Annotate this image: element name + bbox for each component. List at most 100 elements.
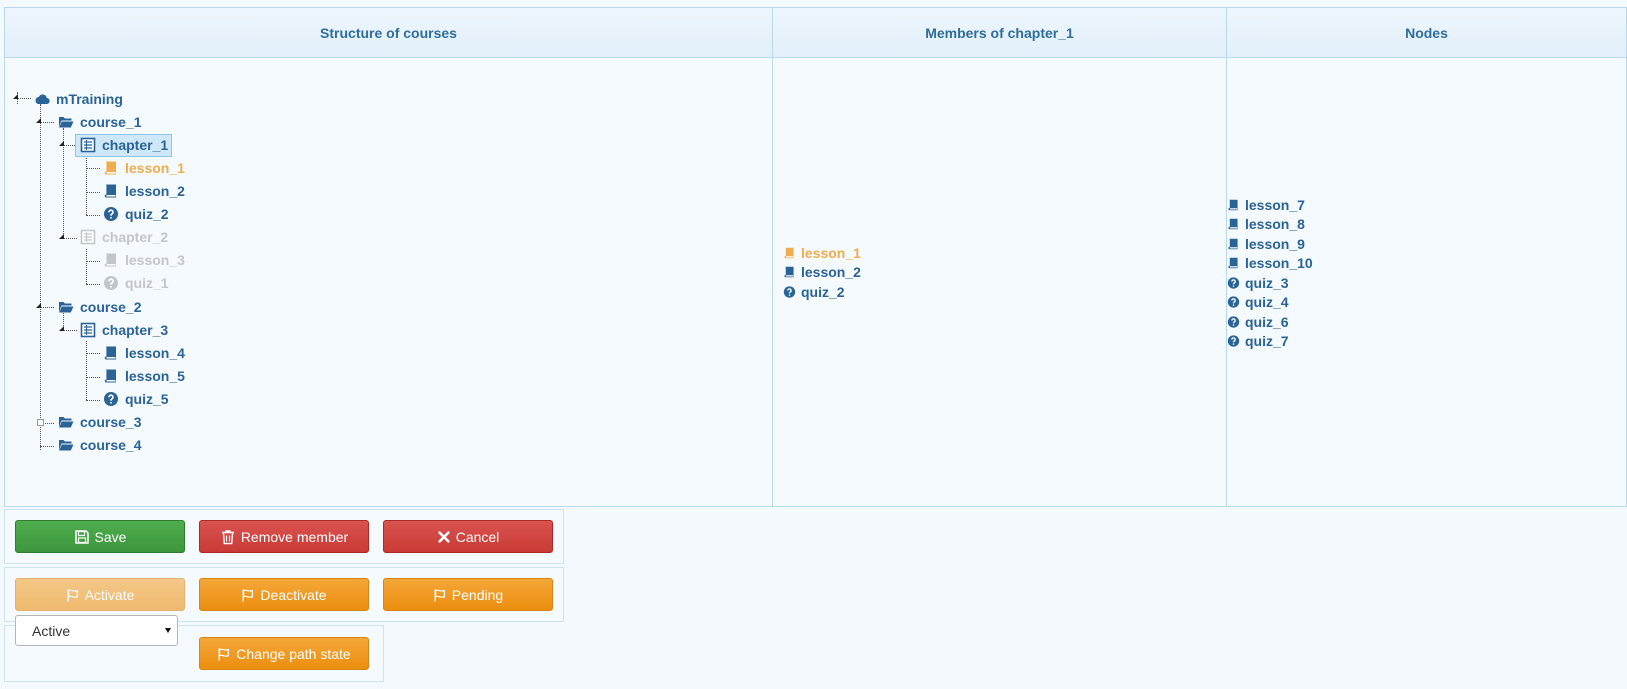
- member-item-label[interactable]: quiz_2: [801, 284, 845, 300]
- tree-node-course-4[interactable]: course_4: [57, 434, 141, 456]
- question-circle-icon: [1227, 276, 1240, 290]
- folder-open-icon: [57, 114, 74, 130]
- node-item-label[interactable]: lesson_9: [1245, 236, 1305, 252]
- tree-node-label[interactable]: quiz_5: [125, 391, 169, 407]
- close-icon: [437, 530, 451, 544]
- selected-node-highlight[interactable]: chapter_1: [75, 133, 173, 157]
- member-item-lesson-2[interactable]: lesson_2: [783, 263, 861, 283]
- flag-icon: [241, 588, 255, 602]
- tree-node-course-3[interactable]: course_3: [57, 411, 141, 433]
- cancel-button[interactable]: Cancel: [383, 520, 553, 553]
- member-item-label[interactable]: lesson_1: [801, 245, 861, 261]
- node-item-label[interactable]: quiz_6: [1245, 314, 1289, 330]
- chapter-icon: [80, 137, 96, 153]
- tree-node-chapter-2[interactable]: chapter_2: [80, 226, 168, 248]
- tree-node-label[interactable]: course_3: [80, 414, 141, 430]
- tree-node-label[interactable]: lesson_2: [125, 183, 185, 199]
- trash-icon: [220, 529, 236, 545]
- nodes-column: Nodes lesson_7 lesson_8 lesson_9 lesson_…: [1227, 8, 1626, 506]
- question-circle-icon: [103, 206, 119, 222]
- members-column: Members of chapter_1 lesson_1 lesson_2 q…: [773, 8, 1227, 506]
- node-item-label[interactable]: quiz_3: [1245, 275, 1289, 291]
- members-column-header[interactable]: Members of chapter_1: [773, 8, 1226, 58]
- book-icon: [1227, 198, 1240, 212]
- tree-node-label[interactable]: lesson_1: [125, 160, 185, 176]
- cancel-button-label: Cancel: [455, 528, 500, 545]
- question-circle-icon: [1227, 295, 1240, 309]
- flag-icon: [433, 588, 447, 602]
- tree-node-label[interactable]: mTraining: [56, 91, 123, 107]
- book-icon: [783, 265, 796, 279]
- tree-node-lesson-4[interactable]: lesson_4: [103, 342, 185, 364]
- path-state-select-value: Active: [32, 622, 71, 639]
- remove-member-button[interactable]: Remove member: [199, 520, 369, 553]
- book-icon: [1227, 217, 1240, 231]
- book-icon: [103, 368, 119, 384]
- book-icon: [103, 160, 119, 176]
- caret-down-icon: [165, 628, 171, 633]
- tree-node-lesson-5[interactable]: lesson_5: [103, 365, 185, 387]
- tree-node-label[interactable]: chapter_3: [102, 322, 168, 338]
- book-icon: [1227, 237, 1240, 251]
- cloud-icon: [34, 91, 50, 107]
- save-button-label: Save: [94, 528, 127, 545]
- tree-node-label[interactable]: chapter_1: [102, 137, 168, 153]
- nodes-column-header[interactable]: Nodes: [1227, 8, 1626, 58]
- node-item-label[interactable]: quiz_4: [1245, 294, 1289, 310]
- tree-node-chapter-3[interactable]: chapter_3: [80, 319, 168, 341]
- tree-node-label[interactable]: lesson_5: [125, 368, 185, 384]
- member-item-lesson-1[interactable]: lesson_1: [783, 243, 861, 263]
- activate-button[interactable]: Activate: [15, 578, 185, 611]
- flag-icon: [66, 588, 80, 602]
- path-state-select[interactable]: Active: [15, 615, 178, 646]
- node-item-label[interactable]: lesson_8: [1245, 216, 1305, 232]
- tree-node-label[interactable]: quiz_1: [125, 275, 169, 291]
- node-item[interactable]: quiz_6: [1227, 312, 1313, 332]
- node-item[interactable]: lesson_8: [1227, 215, 1313, 235]
- save-button[interactable]: Save: [15, 520, 185, 553]
- node-item[interactable]: quiz_7: [1227, 332, 1313, 352]
- node-item[interactable]: lesson_10: [1227, 254, 1313, 274]
- tree-node-root[interactable]: mTraining: [34, 88, 123, 110]
- tree-node-quiz-5[interactable]: quiz_5: [103, 388, 169, 410]
- node-item-label[interactable]: quiz_7: [1245, 333, 1289, 349]
- deactivate-button-label: Deactivate: [260, 586, 327, 603]
- member-item-label[interactable]: lesson_2: [801, 264, 861, 280]
- tree-node-quiz-1[interactable]: quiz_1: [103, 272, 169, 294]
- book-icon: [783, 246, 796, 260]
- node-item[interactable]: quiz_4: [1227, 293, 1313, 313]
- pending-button-label: Pending: [451, 586, 504, 603]
- tree-node-lesson-2[interactable]: lesson_2: [103, 180, 185, 202]
- book-icon: [103, 345, 119, 361]
- chapter-icon: [80, 322, 96, 338]
- deactivate-button[interactable]: Deactivate: [199, 578, 369, 611]
- node-item[interactable]: quiz_3: [1227, 273, 1313, 293]
- tree-node-lesson-1[interactable]: lesson_1: [103, 157, 185, 179]
- nodes-list: lesson_7 lesson_8 lesson_9 lesson_10 qui…: [1227, 195, 1313, 351]
- tree-node-label[interactable]: course_2: [80, 299, 141, 315]
- tree-node-lesson-3[interactable]: lesson_3: [103, 249, 185, 271]
- node-item[interactable]: lesson_9: [1227, 234, 1313, 254]
- pending-button[interactable]: Pending: [383, 578, 553, 611]
- tree-node-course-2[interactable]: course_2: [57, 296, 141, 318]
- node-item-label[interactable]: lesson_7: [1245, 197, 1305, 213]
- remove-member-button-label: Remove member: [240, 528, 349, 545]
- member-item-quiz-2[interactable]: quiz_2: [783, 282, 861, 302]
- tree-node-chapter-1[interactable]: chapter_1: [75, 133, 173, 157]
- chapter-icon: [80, 229, 96, 245]
- structure-column-header[interactable]: Structure of courses: [5, 8, 772, 58]
- tree-node-quiz-2[interactable]: quiz_2: [103, 203, 169, 225]
- tree-node-label[interactable]: course_1: [80, 114, 141, 130]
- tree-node-course-1[interactable]: course_1: [57, 111, 141, 133]
- book-icon: [1227, 256, 1240, 270]
- change-path-state-button[interactable]: Change path state: [199, 637, 369, 670]
- tree-node-label[interactable]: chapter_2: [102, 229, 168, 245]
- tree-node-label[interactable]: course_4: [80, 437, 141, 453]
- tree-node-label[interactable]: quiz_2: [125, 206, 169, 222]
- tree-node-label[interactable]: lesson_4: [125, 345, 185, 361]
- node-item-label[interactable]: lesson_10: [1245, 255, 1313, 271]
- folder-open-icon: [57, 414, 74, 430]
- tree-node-label[interactable]: lesson_3: [125, 252, 185, 268]
- activate-button-label: Activate: [84, 586, 135, 603]
- node-item[interactable]: lesson_7: [1227, 195, 1313, 215]
